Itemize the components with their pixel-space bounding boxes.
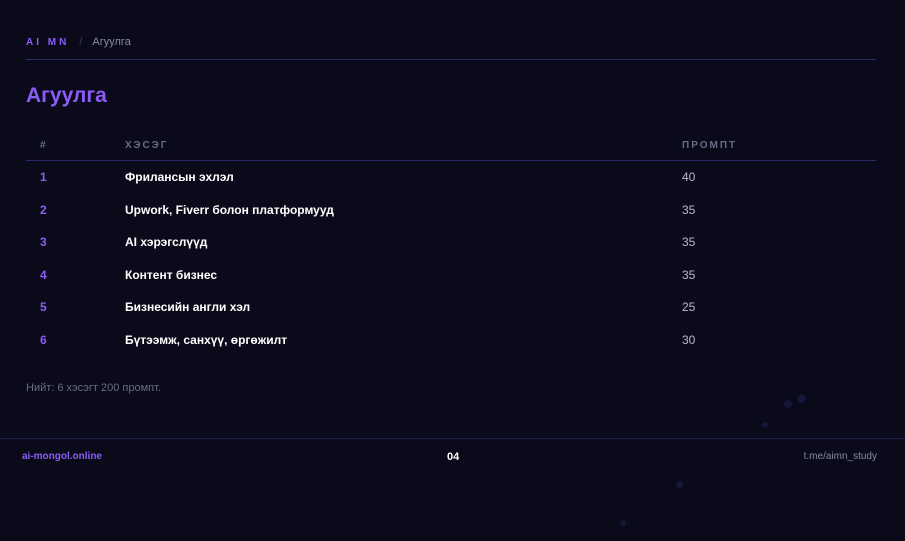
row-section: Бизнесийн англи хэл xyxy=(125,300,251,315)
breadcrumb-separator: / xyxy=(79,36,83,48)
column-header-prompts: ПРОМПТ xyxy=(682,140,738,151)
row-prompt-count: 30 xyxy=(682,332,696,347)
header-divider xyxy=(26,59,876,60)
decorative-dot xyxy=(797,394,806,403)
column-header-number: # xyxy=(40,140,48,151)
table-row: 3 AI хэрэгслүүд 35 xyxy=(26,226,876,259)
footer-divider xyxy=(0,438,905,439)
row-number: 2 xyxy=(40,202,47,217)
row-number: 1 xyxy=(40,170,47,185)
table-row: 6 Бүтээмж, санхүү, өргөжилт 30 xyxy=(26,324,876,357)
table-header: # ХЭСЭГ ПРОМПТ xyxy=(26,131,876,161)
decorative-dot xyxy=(762,422,768,428)
row-prompt-count: 25 xyxy=(682,300,696,315)
summary-text: Нийт: 6 хэсэгт 200 промпт. xyxy=(26,382,162,394)
footer-telegram-link[interactable]: t.me/aimn_study xyxy=(804,451,877,462)
breadcrumb: AI MN / Агуулга xyxy=(26,36,131,48)
decorative-dot xyxy=(784,400,792,408)
table-row: 4 Контент бизнес 35 xyxy=(26,259,876,292)
row-number: 6 xyxy=(40,332,47,347)
row-number: 3 xyxy=(40,235,47,250)
breadcrumb-current: Агуулга xyxy=(92,36,131,48)
column-header-section: ХЭСЭГ xyxy=(125,140,169,151)
page-title: Агуулга xyxy=(26,84,107,107)
row-section: Фрилансын эхлэл xyxy=(125,170,234,185)
footer-site-link[interactable]: ai-mongol.online xyxy=(22,451,102,462)
row-section: Контент бизнес xyxy=(125,267,218,282)
decorative-dot xyxy=(676,481,683,488)
document-page: AI MN / Агуулга Агуулга # ХЭСЭГ ПРОМПТ 1… xyxy=(0,0,905,541)
table-row: 1 Фрилансын эхлэл 40 xyxy=(26,161,876,194)
contents-table: # ХЭСЭГ ПРОМПТ 1 Фрилансын эхлэл 40 2 Up… xyxy=(26,131,876,356)
page-number: 04 xyxy=(447,451,460,463)
row-prompt-count: 35 xyxy=(682,267,696,282)
row-number: 5 xyxy=(40,300,47,315)
row-prompt-count: 35 xyxy=(682,235,696,250)
row-number: 4 xyxy=(40,267,47,282)
table-row: 5 Бизнесийн англи хэл 25 xyxy=(26,291,876,324)
brand-logo[interactable]: AI MN xyxy=(26,37,69,48)
row-prompt-count: 35 xyxy=(682,202,696,217)
row-section: Upwork, Fiverr болон платформууд xyxy=(125,202,334,217)
row-prompt-count: 40 xyxy=(682,170,696,185)
row-section: AI хэрэгслүүд xyxy=(125,235,208,250)
table-row: 2 Upwork, Fiverr болон платформууд 35 xyxy=(26,194,876,227)
row-section: Бүтээмж, санхүү, өргөжилт xyxy=(125,332,288,347)
decorative-dot xyxy=(620,520,626,526)
